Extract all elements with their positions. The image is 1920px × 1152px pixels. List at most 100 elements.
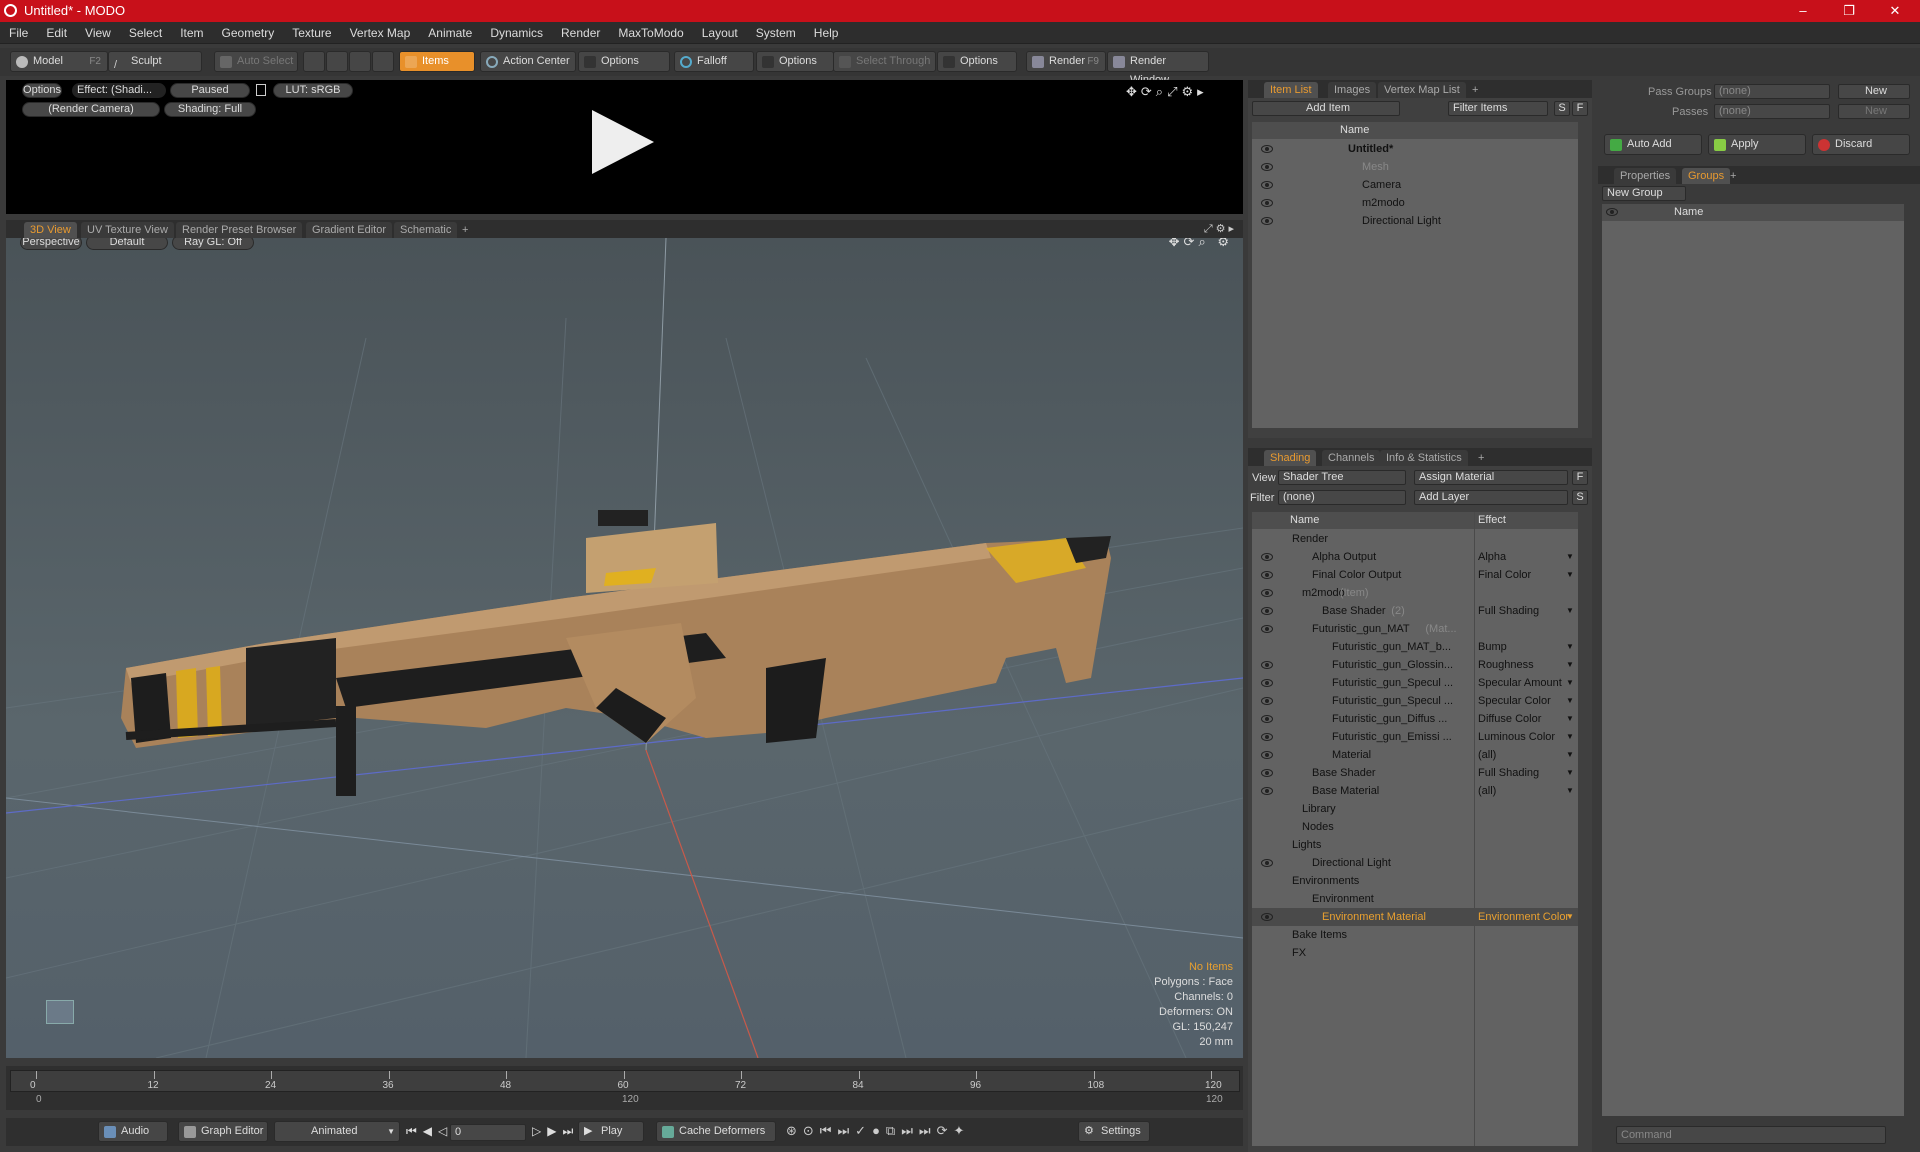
- menu-file[interactable]: File: [0, 22, 37, 44]
- frame-input[interactable]: 0: [450, 1124, 526, 1141]
- shader-effect-dropdown[interactable]: Specular Color: [1478, 692, 1551, 710]
- shader-tree-row[interactable]: Futuristic_gun_Glossin... Roughness ▼: [1252, 656, 1578, 674]
- key-tool-icons[interactable]: ⊛⊙⏮⏭✓●⧉⏭⏭⟳✦: [786, 1123, 970, 1139]
- command-input[interactable]: Command: [1616, 1126, 1886, 1144]
- panel-controls-icon[interactable]: ⤢⚙▸: [1204, 222, 1237, 236]
- visibility-icon[interactable]: [1261, 679, 1273, 687]
- shader-tree-row[interactable]: Futuristic_gun_Diffus ... Diffuse Color ▼: [1252, 710, 1578, 728]
- audio-button[interactable]: Audio: [98, 1121, 168, 1142]
- lock-icon[interactable]: [256, 84, 266, 96]
- visibility-icon[interactable]: [1261, 589, 1273, 597]
- shader-tree-row[interactable]: Futuristic_gun_Specul ... Specular Color ▼: [1252, 692, 1578, 710]
- 3d-viewport[interactable]: Perspective Default Ray GL: Off ✥⟳⌕ ⚙ No…: [6, 238, 1243, 1058]
- view-dropdown[interactable]: Shader Tree: [1278, 470, 1406, 485]
- visibility-icon[interactable]: [1261, 181, 1273, 189]
- shader-tree-row[interactable]: Environment Material Environment Color ▼: [1252, 908, 1578, 926]
- polygon-mode-button[interactable]: [349, 51, 371, 72]
- render-button[interactable]: Render F9: [1026, 51, 1106, 72]
- animated-dropdown[interactable]: Animated ▼: [274, 1121, 400, 1142]
- shader-effect-dropdown[interactable]: Full Shading: [1478, 602, 1539, 620]
- shader-effect-dropdown[interactable]: (all): [1478, 782, 1496, 800]
- model-button[interactable]: Model F2: [10, 51, 108, 72]
- shader-tree-row[interactable]: Futuristic_gun_MAT_b... Bump ▼: [1252, 638, 1578, 656]
- render-window-button[interactable]: Render Window: [1107, 51, 1209, 86]
- shader-tree-row[interactable]: Futuristic_gun_Emissi ... Luminous Color ▼: [1252, 728, 1578, 746]
- visibility-icon[interactable]: [1261, 199, 1273, 207]
- tab-vertex-map-list[interactable]: Vertex Map List: [1378, 82, 1466, 98]
- tab-gradient-editor[interactable]: Gradient Editor: [306, 222, 392, 238]
- new-pass-group-button[interactable]: New: [1838, 84, 1910, 99]
- add-tab-button[interactable]: +: [1466, 82, 1484, 98]
- shader-tree-row[interactable]: Alpha Output Alpha ▼: [1252, 548, 1578, 566]
- shader-tree-row[interactable]: Futuristic_gun_MAT (Mat...: [1252, 620, 1578, 638]
- checkbox-icon[interactable]: [943, 56, 955, 68]
- visibility-icon[interactable]: [1261, 217, 1273, 225]
- shader-effect-dropdown[interactable]: Roughness: [1478, 656, 1534, 674]
- visibility-icon[interactable]: [1261, 751, 1273, 759]
- shading-dropdown[interactable]: Shading: Full: [164, 102, 256, 117]
- checkbox-icon[interactable]: [584, 56, 596, 68]
- material-mode-button[interactable]: [372, 51, 394, 72]
- close-button[interactable]: ✕: [1872, 0, 1918, 22]
- shader-tree-row[interactable]: Futuristic_gun_Specul ... Specular Amount…: [1252, 674, 1578, 692]
- shading-s-button[interactable]: S: [1572, 490, 1588, 505]
- tab-item-list[interactable]: Item List: [1264, 82, 1318, 98]
- effect-dropdown[interactable]: Effect: (Shadi...: [72, 83, 166, 98]
- shader-tree-row[interactable]: Base Shader (2) Full Shading ▼: [1252, 602, 1578, 620]
- shader-effect-dropdown[interactable]: Luminous Color: [1478, 728, 1555, 746]
- menu-layout[interactable]: Layout: [693, 22, 747, 44]
- visibility-icon[interactable]: [1261, 625, 1273, 633]
- play-button[interactable]: ▶ Play: [578, 1121, 644, 1142]
- add-tab-button[interactable]: +: [456, 222, 474, 238]
- rifle-model[interactable]: [121, 510, 1111, 796]
- passes-dropdown[interactable]: (none): [1714, 104, 1830, 119]
- visibility-icon[interactable]: [1261, 571, 1273, 579]
- menu-select[interactable]: Select: [120, 22, 171, 44]
- visibility-icon[interactable]: [1261, 715, 1273, 723]
- pass-groups-dropdown[interactable]: (none): [1714, 84, 1830, 99]
- shader-tree-row[interactable]: Render: [1252, 530, 1578, 548]
- play-icon[interactable]: [592, 110, 654, 174]
- shading-f-button[interactable]: F: [1572, 470, 1588, 485]
- shader-tree-row[interactable]: Environment: [1252, 890, 1578, 908]
- add-tab-button[interactable]: +: [1472, 450, 1490, 466]
- item-list-row[interactable]: m2modo: [1252, 194, 1578, 212]
- cache-deformers-button[interactable]: Cache Deformers: [656, 1121, 776, 1142]
- transport-forward-buttons[interactable]: ▷▶⏭: [532, 1124, 579, 1139]
- tab-info-statistics[interactable]: Info & Statistics: [1380, 450, 1468, 466]
- tab-images[interactable]: Images: [1328, 82, 1377, 98]
- shader-tree-row[interactable]: Library: [1252, 800, 1578, 818]
- item-list-row[interactable]: Directional Light: [1252, 212, 1578, 230]
- menu-geometry[interactable]: Geometry: [213, 22, 284, 44]
- add-layer-dropdown[interactable]: Add Layer: [1414, 490, 1568, 505]
- shader-tree-row[interactable]: Nodes: [1252, 818, 1578, 836]
- new-group-button[interactable]: New Group: [1602, 186, 1686, 201]
- shader-tree-row[interactable]: m2modo (Item): [1252, 584, 1578, 602]
- graph-editor-button[interactable]: Graph Editor: [178, 1121, 268, 1142]
- shader-effect-dropdown[interactable]: Bump: [1478, 638, 1507, 656]
- falloff-button[interactable]: Falloff: [674, 51, 754, 72]
- viewport-nav-icons[interactable]: ✥⟳⌕ ⚙: [1169, 238, 1233, 250]
- visibility-icon[interactable]: [1261, 769, 1273, 777]
- tab-render-preset-browser[interactable]: Render Preset Browser: [176, 222, 303, 238]
- visibility-icon[interactable]: [1261, 859, 1273, 867]
- auto-select-button[interactable]: Auto Select: [214, 51, 298, 72]
- menu-dynamics[interactable]: Dynamics: [481, 22, 552, 44]
- tab-groups[interactable]: Groups: [1682, 168, 1731, 184]
- menu-view[interactable]: View: [76, 22, 120, 44]
- tab-shading[interactable]: Shading: [1264, 450, 1317, 466]
- filter-f-button[interactable]: F: [1572, 101, 1588, 116]
- menu-system[interactable]: System: [747, 22, 805, 44]
- assign-material-dropdown[interactable]: Assign Material: [1414, 470, 1568, 485]
- preview-view-controls[interactable]: ✥⟳⌕⤢⚙▸: [1126, 84, 1208, 100]
- perspective-dropdown[interactable]: Perspective: [20, 238, 82, 250]
- visibility-icon[interactable]: [1261, 787, 1273, 795]
- menu-texture[interactable]: Texture: [283, 22, 340, 44]
- raygl-dropdown[interactable]: Ray GL: Off: [172, 238, 254, 250]
- visibility-icon[interactable]: [1261, 145, 1273, 153]
- item-list-row[interactable]: Camera: [1252, 176, 1578, 194]
- maximize-button[interactable]: ❐: [1826, 0, 1872, 22]
- visibility-icon[interactable]: [1261, 553, 1273, 561]
- action-center-options-button[interactable]: Options: [578, 51, 670, 72]
- visibility-icon[interactable]: [1261, 661, 1273, 669]
